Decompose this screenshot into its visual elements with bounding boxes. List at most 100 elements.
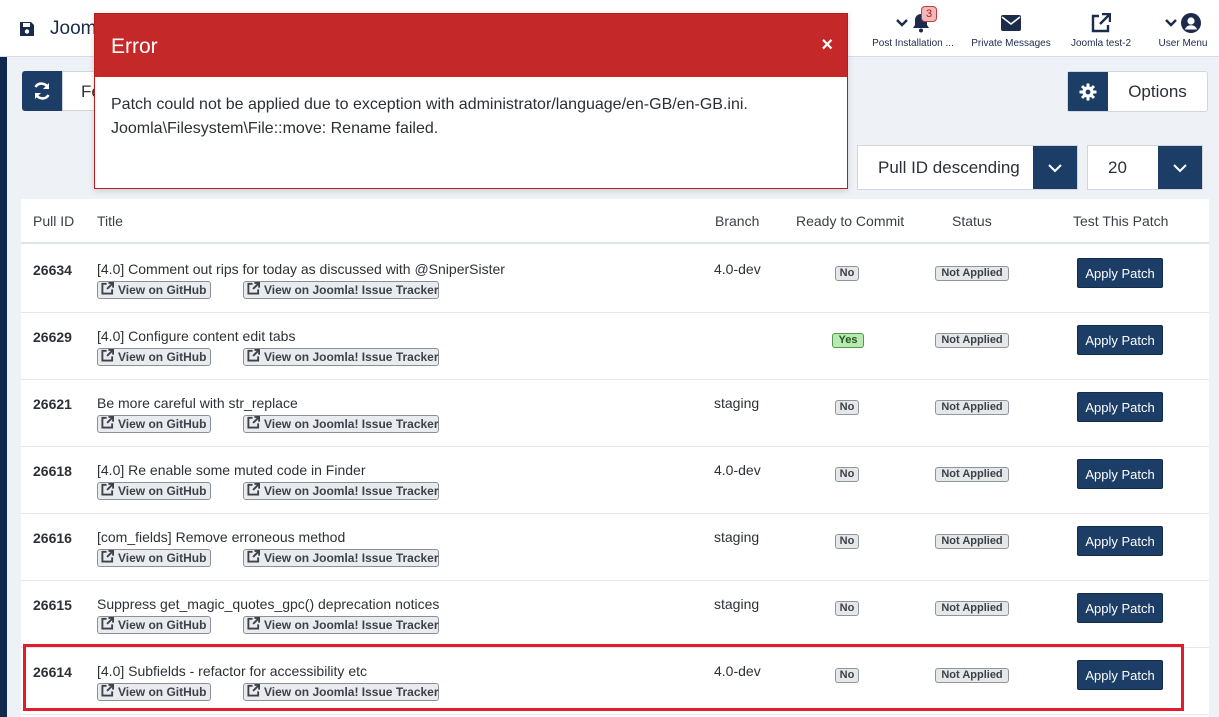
table-row: 26614 [4.0] Subfields - refactor for acce… [21,648,1209,715]
ready-badge: No [835,467,859,482]
options-button[interactable]: Options [1067,71,1208,112]
view-on-github-button[interactable]: View on GitHub [97,348,211,366]
private-messages-label: Private Messages [971,38,1051,49]
sort-select-value: Pull ID descending [878,157,1020,177]
pull-branch: staging [714,529,760,545]
pull-branch: 4.0-dev [714,663,761,679]
error-dialog-body: Patch could not be applied due to except… [95,77,847,157]
view-on-issue-tracker-label: View on Joomla! Issue Tracker [264,551,439,565]
view-on-issue-tracker-label: View on Joomla! Issue Tracker [264,350,439,364]
external-link-icon [101,684,114,700]
col-branch[interactable]: Branch [715,213,759,229]
pull-id[interactable]: 26621 [33,396,72,412]
table-row: 26616 [com_fields] Remove erroneous metho… [21,514,1209,581]
view-on-issue-tracker-button[interactable]: View on Joomla! Issue Tracker [243,415,439,433]
limit-select-value: 20 [1108,157,1127,177]
view-on-issue-tracker-label: View on Joomla! Issue Tracker [264,618,439,632]
pull-id[interactable]: 26634 [33,262,72,278]
status-badge: Not Applied [935,467,1009,482]
user-circle-icon [1181,13,1201,33]
pull-title: [4.0] Comment out rips for today as disc… [97,261,505,277]
external-link-icon [247,416,260,432]
external-link-icon [1091,13,1111,33]
external-link-icon [247,684,260,700]
view-on-github-button[interactable]: View on GitHub [97,683,211,701]
view-on-issue-tracker-button[interactable]: View on Joomla! Issue Tracker [243,348,439,366]
refresh-button[interactable] [22,71,62,111]
apply-patch-button[interactable]: Apply Patch [1077,593,1163,623]
table-row: 26618 [4.0] Re enable some muted code in … [21,447,1209,514]
apply-patch-button[interactable]: Apply Patch [1077,459,1163,489]
notification-badge: 3 [921,6,938,22]
user-menu-label: User Menu [1158,38,1208,49]
view-on-issue-tracker-button[interactable]: View on Joomla! Issue Tracker [243,683,439,701]
view-on-github-button[interactable]: View on GitHub [97,415,211,433]
external-link-icon [247,349,260,365]
external-link-icon [247,282,260,298]
sidebar-edge [0,57,7,717]
pull-id[interactable]: 26614 [33,664,72,680]
table-row: 26621 Be more careful with str_replace Vie… [21,380,1209,447]
external-link-icon [101,416,114,432]
view-on-issue-tracker-button[interactable]: View on Joomla! Issue Tracker [243,281,439,299]
ready-badge: Yes [832,333,864,348]
user-menu[interactable]: User Menu [1154,10,1212,49]
view-on-issue-tracker-label: View on Joomla! Issue Tracker [264,685,439,699]
view-on-issue-tracker-button[interactable]: View on Joomla! Issue Tracker [243,482,439,500]
apply-patch-button[interactable]: Apply Patch [1077,392,1163,422]
col-ready[interactable]: Ready to Commit [796,213,904,229]
table-row: 26629 [4.0] Configure content edit tabs Vi… [21,313,1209,380]
view-on-github-label: View on GitHub [118,551,207,565]
apply-patch-button[interactable]: Apply Patch [1077,526,1163,556]
limit-select[interactable]: 20 [1087,145,1203,190]
apply-patch-button[interactable]: Apply Patch [1077,660,1163,690]
ready-badge: No [835,668,859,683]
pull-id[interactable]: 26616 [33,530,72,546]
apply-patch-button[interactable]: Apply Patch [1077,325,1163,355]
col-pull-id[interactable]: Pull ID [33,213,74,229]
pull-branch: staging [714,596,760,612]
site-link-label: Joomla test-2 [1070,38,1132,49]
view-on-issue-tracker-label: View on Joomla! Issue Tracker [264,417,439,431]
view-on-issue-tracker-button[interactable]: View on Joomla! Issue Tracker [243,616,439,634]
view-on-github-button[interactable]: View on GitHub [97,616,211,634]
error-message-line2: Joomla\Filesystem\File::move: Rename fai… [111,120,439,137]
view-on-issue-tracker-label: View on Joomla! Issue Tracker [264,484,439,498]
pull-id[interactable]: 26618 [33,463,72,479]
error-dialog: Error × Patch could not be applied due t… [94,13,848,189]
pull-title: [4.0] Re enable some muted code in Finde… [97,462,366,478]
sort-select[interactable]: Pull ID descending [857,145,1078,190]
ready-badge: No [835,400,859,415]
site-link-menu[interactable]: Joomla test-2 [1063,10,1139,49]
table-row: 26615 Suppress get_magic_quotes_gpc() dep… [21,581,1209,648]
view-on-github-label: View on GitHub [118,484,207,498]
external-link-icon [101,282,114,298]
view-on-github-label: View on GitHub [118,350,207,364]
col-title[interactable]: Title [97,213,123,229]
view-on-github-label: View on GitHub [118,417,207,431]
view-on-github-button[interactable]: View on GitHub [97,482,211,500]
envelope-icon [1001,15,1021,31]
save-icon[interactable] [19,21,35,37]
apply-patch-button[interactable]: Apply Patch [1077,258,1163,288]
post-installation-menu[interactable]: 3 Post Installation ... [867,6,959,49]
pull-id[interactable]: 26615 [33,597,72,613]
chevron-down-icon [896,19,908,27]
view-on-github-button[interactable]: View on GitHub [97,281,211,299]
chevron-down-icon [1158,146,1202,189]
external-link-icon [101,617,114,633]
post-installation-label: Post Installation ... [872,38,954,49]
external-link-icon [247,617,260,633]
pull-branch: 4.0-dev [714,261,761,277]
view-on-issue-tracker-label: View on Joomla! Issue Tracker [264,283,439,297]
col-test: Test This Patch [1073,213,1169,229]
private-messages-menu[interactable]: Private Messages [968,10,1054,49]
view-on-github-button[interactable]: View on GitHub [97,549,211,567]
pull-id[interactable]: 26629 [33,329,72,345]
ready-badge: No [835,601,859,616]
chevron-down-icon [1165,19,1177,27]
col-status[interactable]: Status [952,213,992,229]
error-dialog-header: Error × [95,14,847,77]
close-icon[interactable]: × [821,34,833,56]
view-on-issue-tracker-button[interactable]: View on Joomla! Issue Tracker [243,549,439,567]
